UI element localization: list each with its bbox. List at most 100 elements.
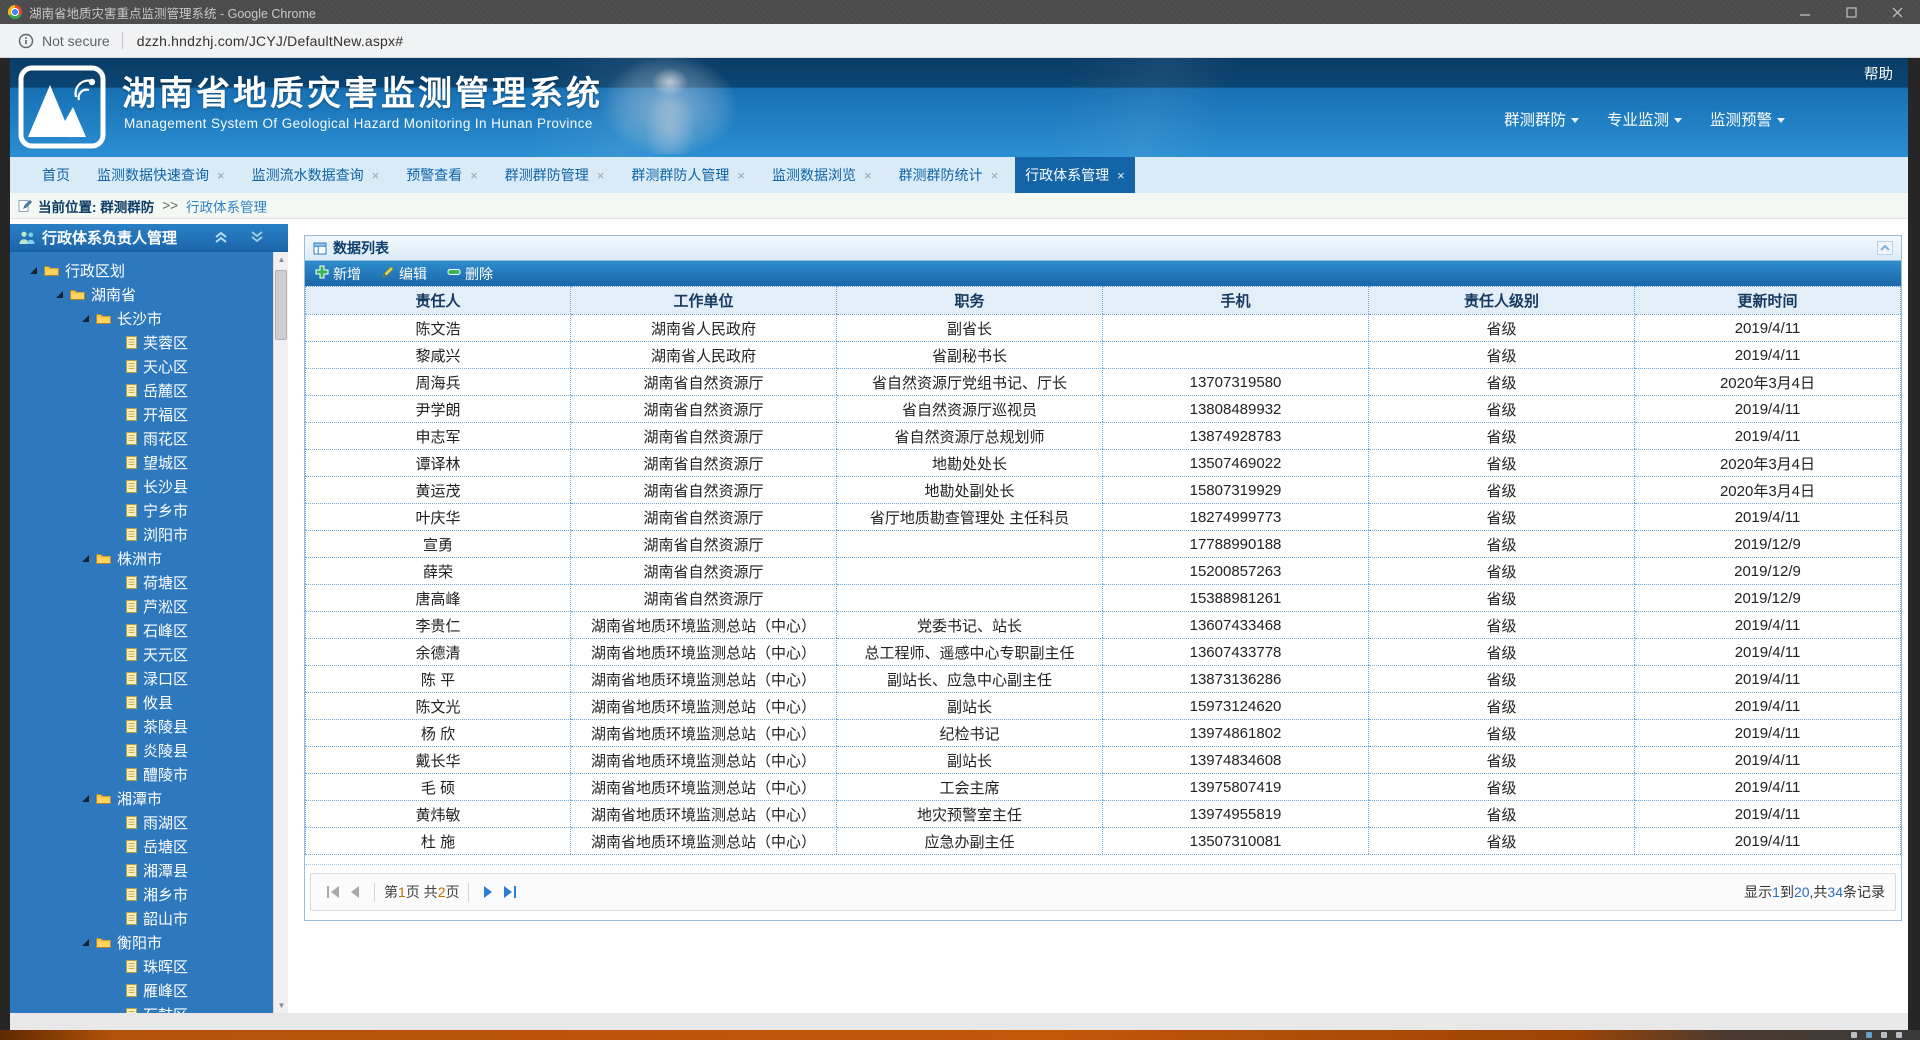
tray-icon[interactable]: [1866, 1032, 1872, 1038]
tree-node-6[interactable]: 开福区: [10, 402, 273, 426]
tab-close-icon[interactable]: ×: [372, 168, 380, 183]
table-row[interactable]: 黄炜敏湖南省地质环境监测总站（中心）地灾预警室主任13974955819省级20…: [305, 800, 1901, 827]
tree-node-28[interactable]: 衡阳市: [10, 930, 273, 954]
tab-5[interactable]: 群测群防人管理×: [621, 157, 755, 193]
tab-0[interactable]: 首页: [32, 157, 80, 193]
table-row[interactable]: 毛 硕湖南省地质环境监测总站（中心）工会主席13975807419省级2019/…: [305, 773, 1901, 800]
expand-arrow-icon[interactable]: [30, 267, 37, 274]
address-bar[interactable]: Not secure dzzh.hndzhj.com/JCYJ/DefaultN…: [0, 24, 1920, 58]
tab-8[interactable]: 行政体系管理×: [1015, 157, 1135, 193]
table-row[interactable]: 宣勇湖南省自然资源厅17788990188省级2019/12/9: [305, 530, 1901, 557]
tree-node-29[interactable]: 珠晖区: [10, 954, 273, 978]
tree-node-9[interactable]: 长沙县: [10, 474, 273, 498]
expand-arrow-icon[interactable]: [82, 795, 89, 802]
tree-node-8[interactable]: 望城区: [10, 450, 273, 474]
table-row[interactable]: 黄运茂湖南省自然资源厅地勘处副处长15807319929省级2020年3月4日: [305, 476, 1901, 503]
column-header[interactable]: 职务: [837, 286, 1103, 314]
tree-node-17[interactable]: 渌口区: [10, 666, 273, 690]
tab-2[interactable]: 监测流水数据查询×: [242, 157, 390, 193]
info-icon[interactable]: [18, 33, 34, 49]
nav-item-2[interactable]: 监测预警: [1710, 108, 1785, 130]
tree-node-24[interactable]: 岳塘区: [10, 834, 273, 858]
tree-node-31[interactable]: 石鼓区: [10, 1002, 273, 1013]
last-page-button[interactable]: [504, 886, 516, 898]
tree-node-13[interactable]: 荷塘区: [10, 570, 273, 594]
tray-icon[interactable]: [1881, 1032, 1887, 1038]
tab-4[interactable]: 群测群防管理×: [495, 157, 615, 193]
table-row[interactable]: 陈 平湖南省地质环境监测总站（中心）副站长、应急中心副主任13873136286…: [305, 665, 1901, 692]
next-page-button[interactable]: [484, 886, 492, 898]
scroll-down-icon[interactable]: ▼: [274, 998, 288, 1013]
table-row[interactable]: 杨 欣湖南省地质环境监测总站（中心）纪检书记13974861802省级2019/…: [305, 719, 1901, 746]
scroll-up-icon[interactable]: ▲: [274, 252, 288, 267]
expand-arrow-icon[interactable]: [56, 291, 63, 298]
tree-node-5[interactable]: 岳麓区: [10, 378, 273, 402]
first-page-button[interactable]: [327, 886, 339, 898]
tree-node-4[interactable]: 天心区: [10, 354, 273, 378]
collapse-up-icon[interactable]: [214, 231, 228, 243]
table-row[interactable]: 谭译林湖南省自然资源厅地勘处处长13507469022省级2020年3月4日: [305, 449, 1901, 476]
tree-node-3[interactable]: 芙蓉区: [10, 330, 273, 354]
table-row[interactable]: 陈文浩湖南省人民政府副省长省级2019/4/11: [305, 314, 1901, 341]
tab-1[interactable]: 监测数据快速查询×: [87, 157, 235, 193]
maximize-icon[interactable]: [1828, 0, 1874, 24]
tree-node-1[interactable]: 湖南省: [10, 282, 273, 306]
column-header[interactable]: 责任人级别: [1369, 286, 1635, 314]
tab-close-icon[interactable]: ×: [864, 168, 872, 183]
scrollbar-thumb[interactable]: [275, 270, 287, 340]
tree-node-21[interactable]: 醴陵市: [10, 762, 273, 786]
table-row[interactable]: 戴长华湖南省地质环境监测总站（中心）副站长13974834608省级2019/4…: [305, 746, 1901, 773]
url-text[interactable]: dzzh.hndzhj.com/JCYJ/DefaultNew.aspx#: [137, 33, 404, 49]
prev-page-button[interactable]: [351, 886, 359, 898]
tab-7[interactable]: 群测群防统计×: [889, 157, 1009, 193]
tree-node-0[interactable]: 行政区划: [10, 258, 273, 282]
tab-close-icon[interactable]: ×: [737, 168, 745, 183]
toolbar-button-2[interactable]: 删除: [447, 264, 493, 284]
tab-close-icon[interactable]: ×: [597, 168, 605, 183]
expand-arrow-icon[interactable]: [82, 315, 89, 322]
table-row[interactable]: 杜 施湖南省地质环境监测总站（中心）应急办副主任13507310081省级201…: [305, 827, 1901, 854]
tree-node-27[interactable]: 韶山市: [10, 906, 273, 930]
tree-node-11[interactable]: 浏阳市: [10, 522, 273, 546]
nav-item-0[interactable]: 群测群防: [1504, 108, 1579, 130]
table-row[interactable]: 周海兵湖南省自然资源厅省自然资源厅党组书记、厅长13707319580省级202…: [305, 368, 1901, 395]
expand-down-icon[interactable]: [250, 231, 264, 243]
tree-node-23[interactable]: 雨湖区: [10, 810, 273, 834]
expand-arrow-icon[interactable]: [82, 939, 89, 946]
table-row[interactable]: 尹学朗湖南省自然资源厅省自然资源厅巡视员13808489932省级2019/4/…: [305, 395, 1901, 422]
table-row[interactable]: 李贵仁湖南省地质环境监测总站（中心）党委书记、站长13607433468省级20…: [305, 611, 1901, 638]
panel-collapse-icon[interactable]: [1877, 241, 1893, 255]
close-icon[interactable]: [1874, 0, 1920, 24]
table-row[interactable]: 黎咸兴湖南省人民政府省副秘书长省级2019/4/11: [305, 341, 1901, 368]
tree-node-12[interactable]: 株洲市: [10, 546, 273, 570]
table-row[interactable]: 余德清湖南省地质环境监测总站（中心）总工程师、遥感中心专职副主任13607433…: [305, 638, 1901, 665]
tab-close-icon[interactable]: ×: [991, 168, 999, 183]
column-header[interactable]: 手机: [1103, 286, 1369, 314]
expand-arrow-icon[interactable]: [82, 555, 89, 562]
tree-node-22[interactable]: 湘潭市: [10, 786, 273, 810]
tree-node-30[interactable]: 雁峰区: [10, 978, 273, 1002]
tray-icon[interactable]: [1851, 1032, 1857, 1038]
sidebar-scrollbar[interactable]: ▲ ▼: [273, 252, 288, 1013]
nav-item-1[interactable]: 专业监测: [1607, 108, 1682, 130]
table-row[interactable]: 申志军湖南省自然资源厅省自然资源厅总规划师13874928783省级2019/4…: [305, 422, 1901, 449]
column-header[interactable]: 更新时间: [1635, 286, 1901, 314]
tree-node-19[interactable]: 茶陵县: [10, 714, 273, 738]
tree-node-7[interactable]: 雨花区: [10, 426, 273, 450]
toolbar-button-1[interactable]: 编辑: [381, 264, 427, 284]
column-header[interactable]: 责任人: [305, 286, 571, 314]
tree-node-20[interactable]: 炎陵县: [10, 738, 273, 762]
tree-node-2[interactable]: 长沙市: [10, 306, 273, 330]
table-row[interactable]: 叶庆华湖南省自然资源厅省厅地质勘查管理处 主任科员18274999773省级20…: [305, 503, 1901, 530]
tree-node-15[interactable]: 石峰区: [10, 618, 273, 642]
tree-node-10[interactable]: 宁乡市: [10, 498, 273, 522]
tree-node-25[interactable]: 湘潭县: [10, 858, 273, 882]
column-header[interactable]: 工作单位: [571, 286, 837, 314]
tab-6[interactable]: 监测数据浏览×: [762, 157, 882, 193]
tab-close-icon[interactable]: ×: [1117, 168, 1125, 183]
breadcrumb-current[interactable]: 行政体系管理: [186, 196, 267, 216]
tab-close-icon[interactable]: ×: [470, 168, 478, 183]
table-row[interactable]: 薛荣湖南省自然资源厅15200857263省级2019/12/9: [305, 557, 1901, 584]
tab-close-icon[interactable]: ×: [217, 168, 225, 183]
tree-node-16[interactable]: 天元区: [10, 642, 273, 666]
